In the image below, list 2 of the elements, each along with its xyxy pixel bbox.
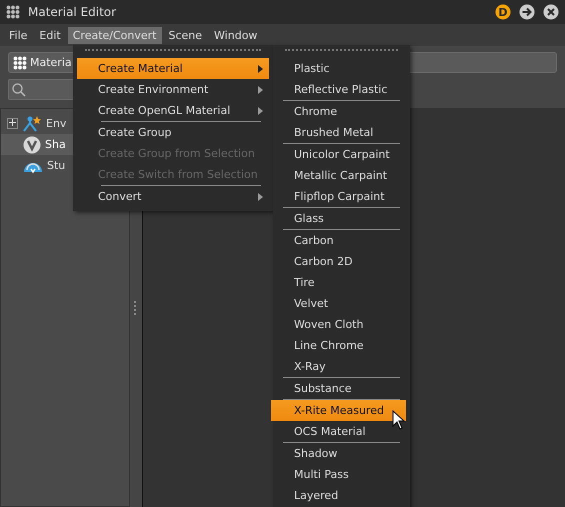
- badge-icon: D: [495, 4, 511, 20]
- window-title: Material Editor: [28, 5, 118, 19]
